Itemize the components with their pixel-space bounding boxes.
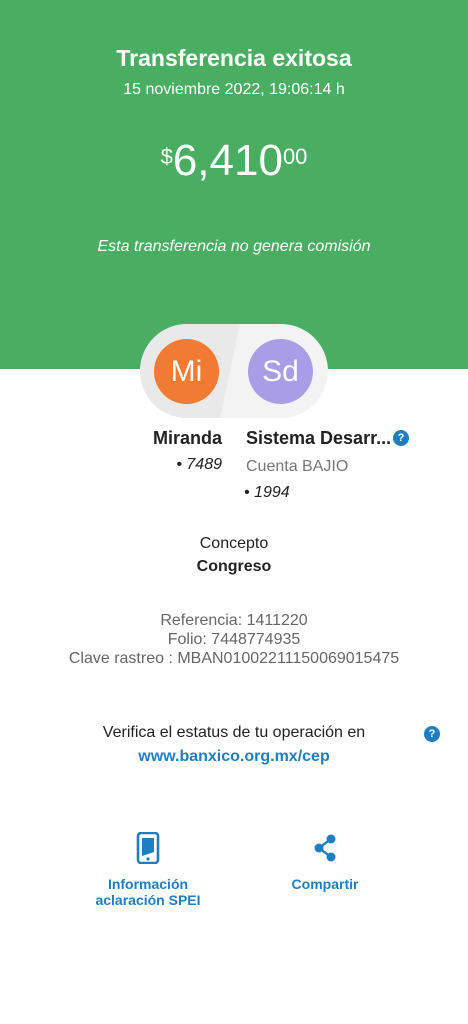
concept-label: Concepto	[199, 535, 269, 552]
success-header: Transferencia exitosa 15 noviembre 2022,…	[0, 0, 468, 369]
recipient-bank: Cuenta BAJIO	[246, 458, 349, 475]
sender-name: Miranda	[152, 428, 222, 448]
participants-pill: Mi Sd	[140, 324, 328, 418]
reference-block: Referencia: 1411220 Folio: 7448774935 Cl…	[0, 611, 468, 668]
tracking-key: Clave rastreo : MBAN01002211150069015475	[68, 650, 400, 667]
amount-currency: $	[160, 144, 173, 169]
spei-info-line1: Información	[107, 876, 189, 892]
spei-info-line2: aclaración SPEI	[95, 892, 201, 908]
reference-number: Referencia: 1411220	[160, 612, 308, 629]
phone-document-icon	[136, 832, 160, 864]
question-circle-icon[interactable]: ?	[393, 430, 409, 446]
recipient-name: Sistema Desarr...	[246, 428, 392, 448]
amount-cents: 00	[282, 144, 308, 169]
recipient-account: • 1994	[244, 484, 290, 501]
page-title: Transferencia exitosa	[116, 45, 352, 71]
share-button[interactable]: Compartir	[275, 832, 375, 892]
question-circle-icon[interactable]: ?	[424, 726, 440, 742]
verify-status-text: Verifica el estatus de tu operación en	[102, 724, 366, 741]
sender-avatar: Mi	[154, 339, 219, 404]
amount-integer: 6,410	[172, 136, 283, 185]
folio-number: Folio: 7448774935	[167, 631, 301, 648]
transfer-datetime: 15 noviembre 2022, 19:06:14 h	[123, 81, 345, 98]
share-icon	[314, 834, 336, 862]
sender-account: • 7489	[176, 456, 222, 473]
recipient-avatar: Sd	[248, 339, 313, 404]
transfer-amount: $6,41000	[0, 136, 468, 186]
spei-info-button[interactable]: Información aclaración SPEI	[88, 832, 208, 908]
concept-value: Congreso	[196, 558, 272, 575]
banxico-cep-link[interactable]: www.banxico.org.mx/cep	[0, 748, 468, 766]
share-label: Compartir	[291, 876, 359, 892]
commission-note: Esta transferencia no genera comisión	[97, 238, 371, 255]
